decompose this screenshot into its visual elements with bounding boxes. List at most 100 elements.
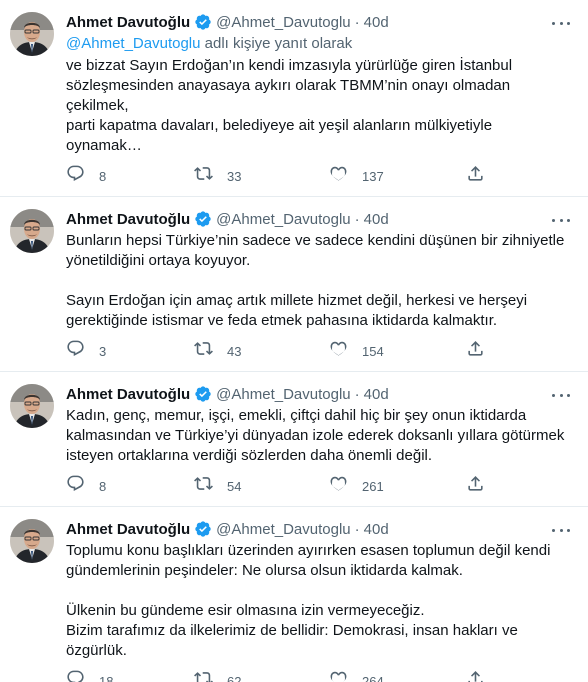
tweet[interactable]: Ahmet Davutoğlu @Ahmet_Davutoglu · 40d @Ahme…	[0, 0, 588, 197]
like-icon	[329, 669, 348, 682]
reply-button[interactable]: 3	[66, 339, 194, 363]
tweet-text-line: kalmasından ve Türkiye’yi dünyadan izole…	[66, 427, 565, 444]
author-handle[interactable]: @Ahmet_Davutoglu	[216, 211, 350, 228]
avatar[interactable]	[10, 12, 54, 56]
tweet-text-line: Bunların hepsi Türkiye’nin sadece ve sad…	[66, 232, 565, 249]
retweet-icon	[194, 474, 213, 498]
reply-count: 8	[99, 168, 107, 184]
verified-badge-icon	[194, 13, 212, 31]
tweet-text-line: gerektiğinde istismar ve feda etmek paha…	[66, 312, 498, 329]
reply-count: 8	[99, 478, 107, 494]
tweet-text-line: sözleşmesinden anayasaya aykırı olarak T…	[66, 77, 511, 114]
author-handle[interactable]: @Ahmet_Davutoglu	[216, 521, 350, 538]
tweet-text-line: Kadın, genç, memur, işçi, emekli, çiftçi…	[66, 407, 527, 424]
like-button[interactable]: 261	[329, 474, 466, 498]
reply-count: 3	[99, 343, 107, 359]
tweet-header: Ahmet Davutoğlu @Ahmet_Davutoglu · 40d	[66, 209, 572, 229]
more-icon[interactable]	[550, 386, 572, 404]
tweet-text-line: Toplumu konu başlıkları üzerinden ayırır…	[66, 542, 551, 559]
author-handle[interactable]: @Ahmet_Davutoglu	[216, 386, 350, 403]
tweet-actions: 8 54 261	[66, 474, 572, 498]
retweet-count: 62	[227, 673, 242, 682]
tweet[interactable]: Ahmet Davutoğlu @Ahmet_Davutoglu · 40d Bunla…	[0, 197, 588, 372]
tweet-header: Ahmet Davutoğlu @Ahmet_Davutoglu · 40d	[66, 12, 572, 32]
retweet-icon	[194, 339, 213, 363]
tweet-text: Toplumu konu başlıkları üzerinden ayırır…	[66, 541, 572, 661]
more-icon[interactable]	[550, 211, 572, 229]
like-button[interactable]: 264	[329, 669, 466, 682]
tweet-text: Bunların hepsi Türkiye’nin sadece ve sad…	[66, 231, 572, 331]
tweet-text-line: ve bizzat Sayın Erdoğan’ın kendi imzasıy…	[66, 57, 513, 74]
reply-count: 18	[99, 673, 114, 682]
tweet-header: Ahmet Davutoğlu @Ahmet_Davutoglu · 40d	[66, 519, 572, 539]
avatar[interactable]	[10, 384, 54, 428]
reply-button[interactable]: 8	[66, 164, 194, 188]
tweet-text-line: Bizim tarafımız da ilkelerimiz de bellid…	[66, 622, 518, 639]
separator-dot: ·	[354, 13, 360, 31]
replying-text: adlı kişiye yanıt olarak	[200, 35, 353, 52]
tweet-actions: 8 33 137	[66, 164, 572, 188]
tweet-text-line: yönetildiğini ortaya koyuyor.	[66, 252, 251, 269]
share-button[interactable]	[466, 339, 506, 363]
replying-to: @Ahmet_Davutoglu adlı kişiye yanıt olara…	[66, 34, 572, 54]
tweet-text-line: isteyen ortaklarına verdiği sözlerden da…	[66, 447, 433, 464]
retweet-button[interactable]: 62	[194, 669, 329, 682]
like-count: 154	[362, 343, 384, 359]
timestamp[interactable]: 40d	[364, 14, 389, 31]
share-icon	[466, 474, 485, 498]
verified-badge-icon	[194, 385, 212, 403]
share-button[interactable]	[466, 669, 506, 682]
retweet-button[interactable]: 54	[194, 474, 329, 498]
reply-button[interactable]: 8	[66, 474, 194, 498]
like-button[interactable]: 154	[329, 339, 466, 363]
author-name[interactable]: Ahmet Davutoğlu	[66, 211, 190, 228]
tweet-actions: 3 43 154	[66, 339, 572, 363]
more-icon[interactable]	[550, 521, 572, 539]
timestamp[interactable]: 40d	[364, 211, 389, 228]
tweet-text-line: parti kapatma davaları, belediyeye ait y…	[66, 117, 493, 154]
reply-button[interactable]: 18	[66, 669, 194, 682]
author-handle[interactable]: @Ahmet_Davutoglu	[216, 14, 350, 31]
retweet-count: 33	[227, 168, 242, 184]
avatar[interactable]	[10, 209, 54, 253]
reply-icon	[66, 474, 85, 498]
mention-link[interactable]: @Ahmet_Davutoglu	[66, 35, 200, 52]
separator-dot: ·	[354, 520, 360, 538]
more-icon[interactable]	[550, 14, 572, 32]
like-count: 264	[362, 673, 384, 682]
retweet-button[interactable]: 33	[194, 164, 329, 188]
retweet-icon	[194, 164, 213, 188]
like-count: 261	[362, 478, 384, 494]
like-button[interactable]: 137	[329, 164, 466, 188]
share-icon	[466, 669, 485, 682]
retweet-button[interactable]: 43	[194, 339, 329, 363]
like-icon	[329, 164, 348, 188]
reply-icon	[66, 669, 85, 682]
share-button[interactable]	[466, 164, 506, 188]
like-icon	[329, 474, 348, 498]
retweet-count: 43	[227, 343, 242, 359]
like-icon	[329, 339, 348, 363]
tweet[interactable]: Ahmet Davutoğlu @Ahmet_Davutoglu · 40d Toplu…	[0, 507, 588, 682]
timestamp[interactable]: 40d	[364, 521, 389, 538]
tweet[interactable]: Ahmet Davutoğlu @Ahmet_Davutoglu · 40d Kadın…	[0, 372, 588, 507]
share-icon	[466, 164, 485, 188]
tweet-text-line: Ülkenin bu gündeme esir olmasına izin ve…	[66, 602, 425, 619]
retweet-count: 54	[227, 478, 242, 494]
share-button[interactable]	[466, 474, 506, 498]
avatar[interactable]	[10, 519, 54, 563]
tweet-text-line: Sayın Erdoğan için amaç artık millete hi…	[66, 292, 528, 309]
reply-icon	[66, 339, 85, 363]
author-name[interactable]: Ahmet Davutoğlu	[66, 386, 190, 403]
tweet-text: ve bizzat Sayın Erdoğan’ın kendi imzasıy…	[66, 56, 572, 156]
timestamp[interactable]: 40d	[364, 386, 389, 403]
author-name[interactable]: Ahmet Davutoğlu	[66, 521, 190, 538]
tweet-text-line: özgürlük.	[66, 642, 127, 659]
verified-badge-icon	[194, 210, 212, 228]
author-name[interactable]: Ahmet Davutoğlu	[66, 14, 190, 31]
verified-badge-icon	[194, 520, 212, 538]
like-count: 137	[362, 168, 384, 184]
share-icon	[466, 339, 485, 363]
